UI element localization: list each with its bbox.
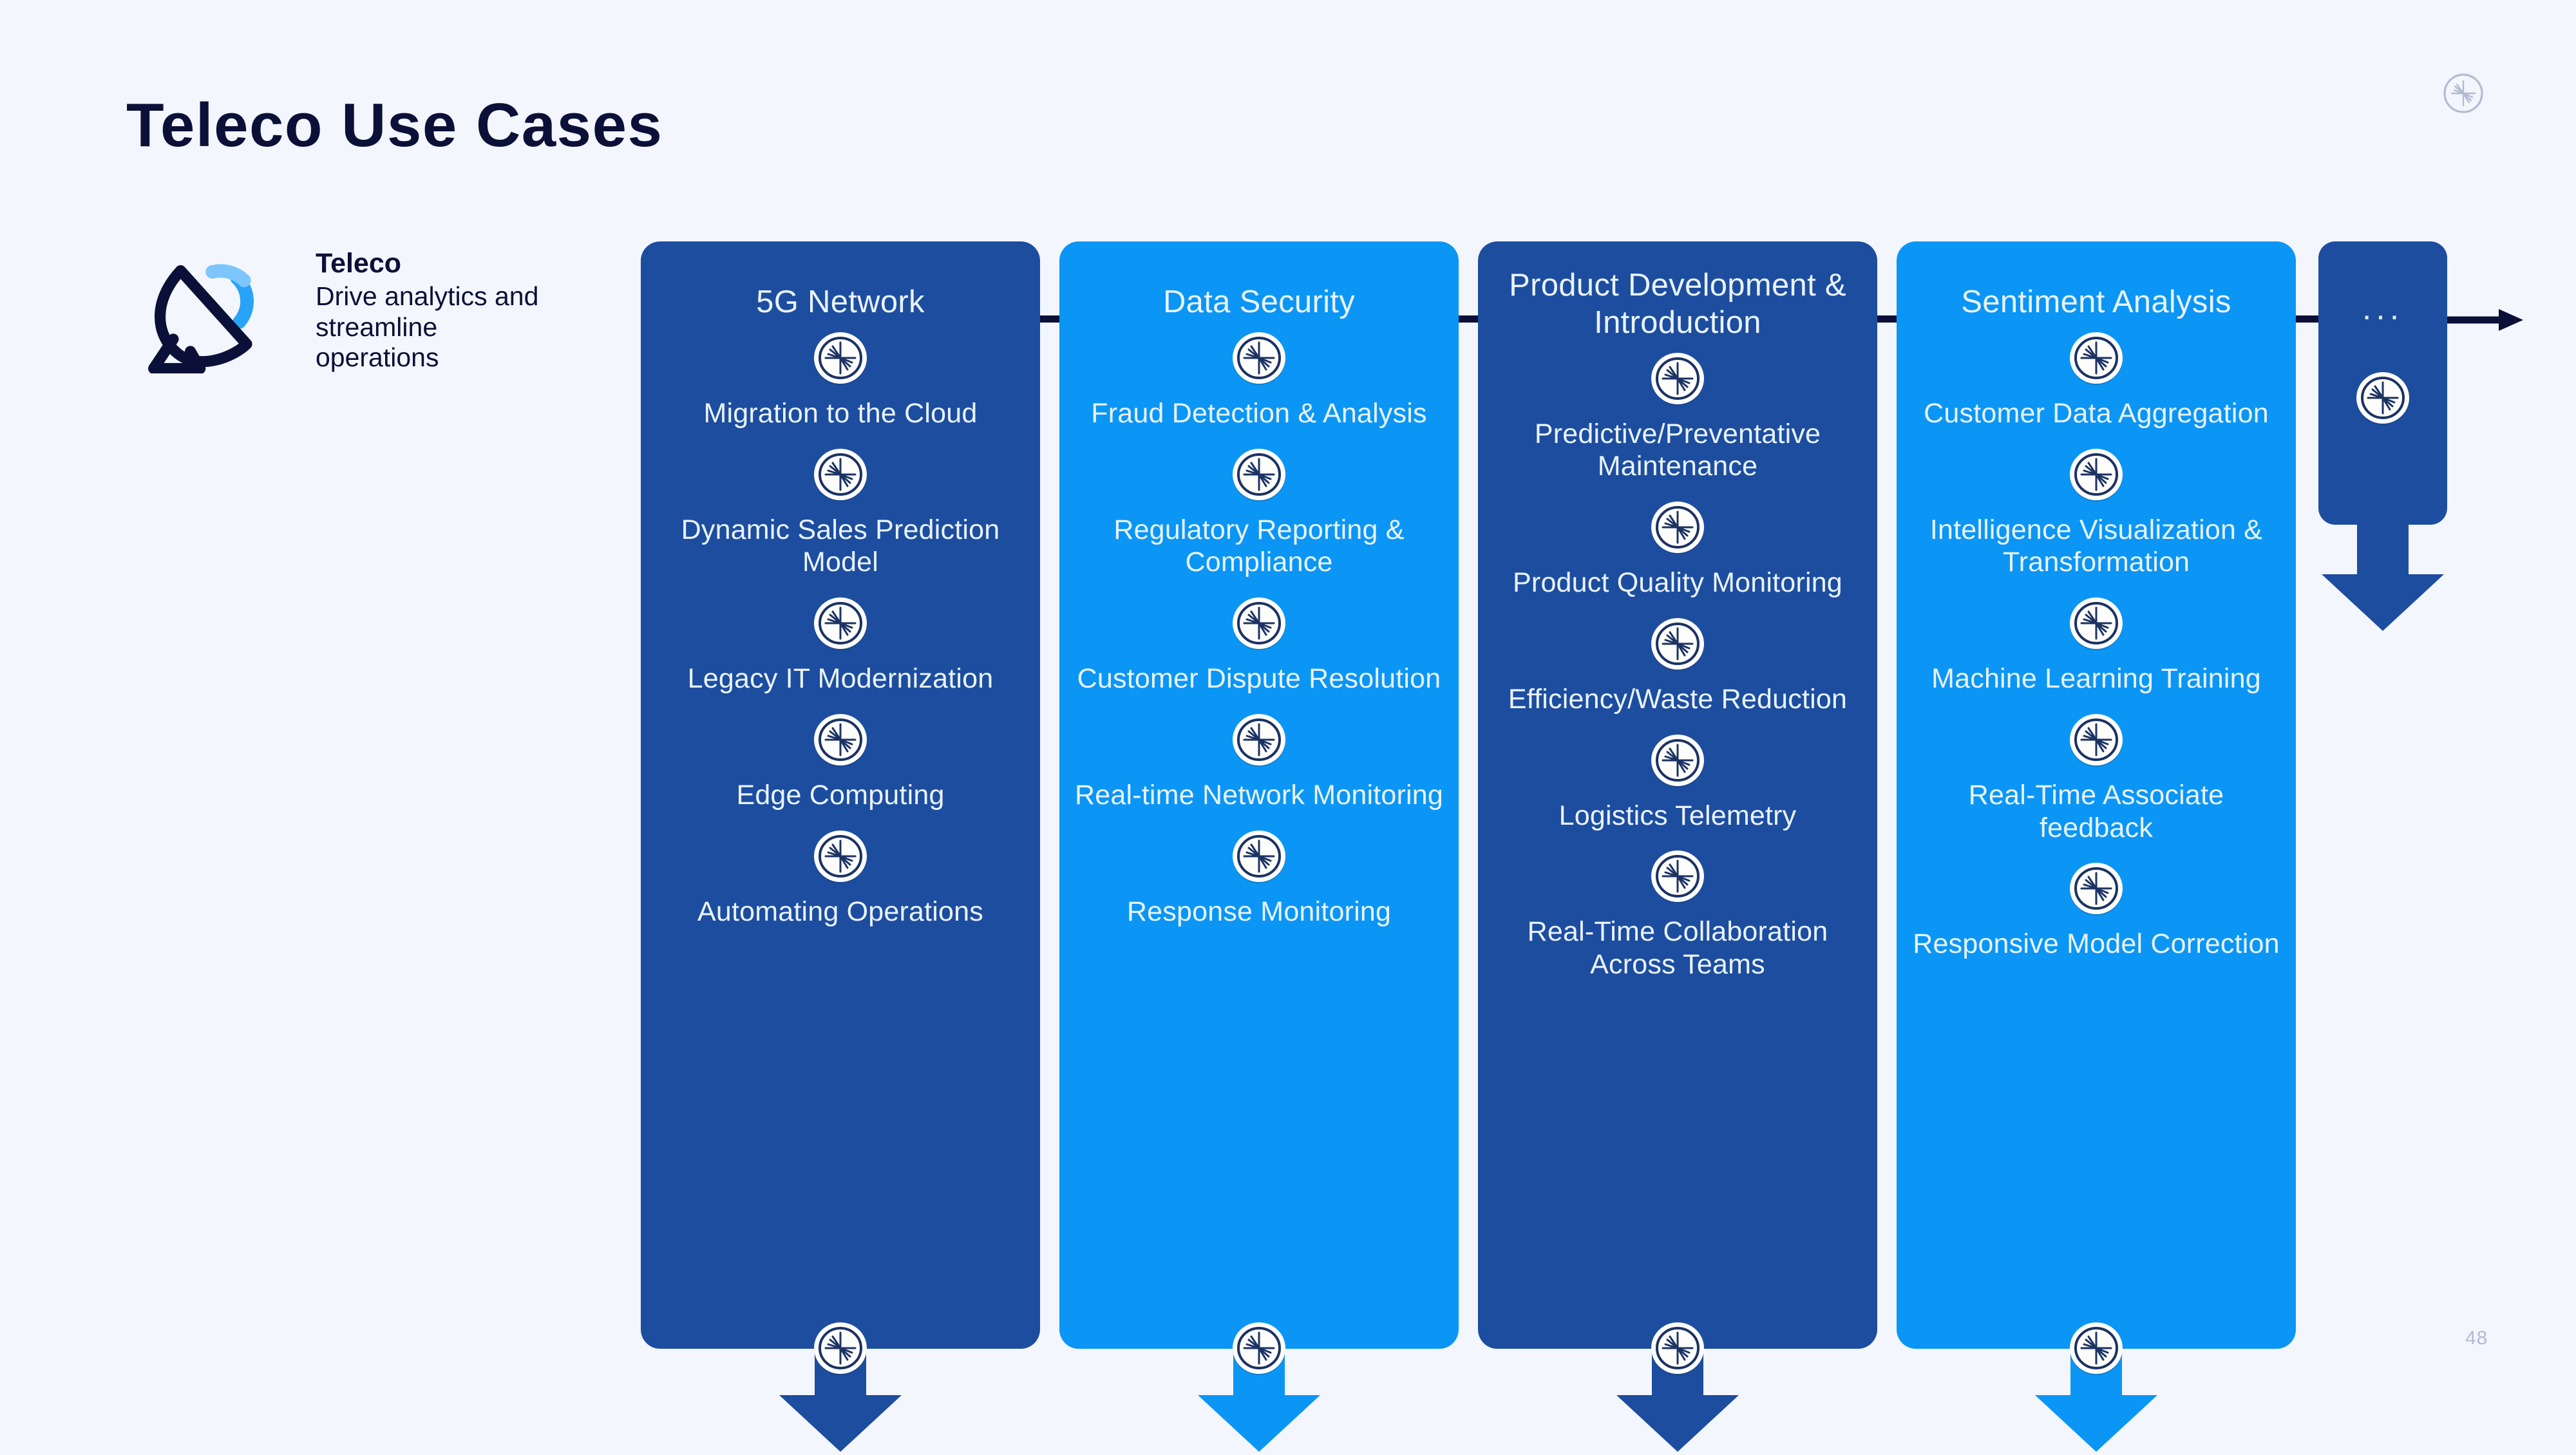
starburst-badge-icon: [812, 712, 869, 769]
legend-description: Drive analytics and streamline operation…: [316, 281, 539, 373]
card-title: Sentiment Analysis: [1961, 285, 2231, 319]
use-case-item[interactable]: Real-Time Collaboration Across Teams: [1492, 849, 1863, 981]
use-case-item-label: Predictive/Preventative Maintenance: [1534, 418, 1821, 482]
page-number: 48: [2465, 1328, 2488, 1349]
use-case-item[interactable]: Responsive Model Correction: [1911, 861, 2282, 961]
starburst-badge-icon: [2068, 596, 2125, 652]
ellipsis-label: ...: [2362, 290, 2404, 327]
slide-canvas: Teleco Use Cases 48 Teleco Drive analyti…: [0, 0, 2576, 1452]
card-items: Migration to the Cloud Dynamic Sales Pre…: [655, 326, 1026, 928]
use-case-item-label: Automating Operations: [697, 896, 983, 927]
starburst-badge-icon: [2068, 1320, 2125, 1377]
flow-connector: [2296, 315, 2318, 323]
card-more[interactable]: ...: [2318, 241, 2447, 525]
starburst-badge-icon: [1231, 829, 1287, 885]
arrow-down-icon: [2322, 515, 2444, 631]
satellite-dish-icon: [137, 251, 259, 374]
use-case-item[interactable]: Fraud Detection & Analysis: [1074, 330, 1444, 430]
use-case-item-label: Real-Time Associate feedback: [1968, 779, 2224, 843]
use-case-card[interactable]: Product Development & Introduction Predi…: [1478, 241, 1877, 1375]
starburst-badge-icon: [1231, 1320, 1287, 1377]
starburst-badge-icon: [2068, 330, 2125, 387]
use-case-item[interactable]: Predictive/Preventative Maintenance: [1492, 351, 1863, 483]
use-case-item-label: Responsive Model Correction: [1913, 928, 2280, 960]
starburst-badge-icon: [2354, 370, 2411, 427]
starburst-badge-icon: [812, 829, 869, 885]
use-case-item[interactable]: Real-Time Associate feedback: [1911, 712, 2282, 844]
starburst-badge-icon: [1649, 849, 1706, 905]
starburst-badge-icon: [1649, 1320, 1706, 1377]
use-case-item[interactable]: Automating Operations: [655, 829, 1026, 928]
use-case-card[interactable]: Data Security Fraud Detection & Analysis: [1059, 241, 1459, 1375]
use-case-item-label: Efficiency/Waste Reduction: [1508, 683, 1848, 715]
card-items: Predictive/Preventative Maintenance Prod…: [1492, 347, 1863, 981]
use-case-item-label: Intelligence Visualization & Transformat…: [1929, 514, 2263, 578]
use-case-item[interactable]: Dynamic Sales Prediction Model: [655, 447, 1026, 579]
starburst-badge-icon: [1231, 712, 1287, 769]
starburst-badge-icon: [2068, 861, 2125, 917]
use-case-item-label: Response Monitoring: [1126, 896, 1392, 927]
use-case-item-label: Real-time Network Monitoring: [1075, 779, 1443, 811]
use-case-item[interactable]: Logistics Telemetry: [1492, 733, 1863, 832]
use-case-item-label: Customer Dispute Resolution: [1077, 663, 1441, 695]
starburst-circle-icon: [2441, 71, 2486, 116]
use-case-item-label: Fraud Detection & Analysis: [1091, 398, 1427, 429]
use-case-item-label: Logistics Telemetry: [1558, 800, 1797, 831]
use-case-item-label: Machine Learning Training: [1931, 663, 2261, 695]
use-case-item[interactable]: Migration to the Cloud: [655, 330, 1026, 430]
use-case-item-label: Customer Data Aggregation: [1924, 398, 2269, 429]
starburst-badge-icon: [1649, 500, 1706, 556]
use-case-card[interactable]: Sentiment Analysis Customer Data Aggrega…: [1897, 241, 2296, 1375]
starburst-badge-icon: [1649, 351, 1706, 408]
use-case-item[interactable]: Real-time Network Monitoring: [1074, 712, 1444, 812]
use-case-card[interactable]: 5G Network Migration to the Cloud Dynami…: [641, 241, 1040, 1375]
card-items: Customer Data Aggregation Intelligence V…: [1911, 326, 2282, 961]
starburst-badge-icon: [1649, 616, 1706, 673]
arrow-right-icon: [2447, 297, 2524, 343]
legend-title: Teleco: [316, 248, 402, 279]
use-case-item-label: Migration to the Cloud: [703, 398, 978, 429]
starburst-badge-icon: [1649, 733, 1706, 789]
starburst-badge-icon: [812, 596, 869, 652]
use-case-item[interactable]: Response Monitoring: [1074, 829, 1444, 928]
starburst-badge-icon: [1231, 596, 1287, 652]
use-case-item[interactable]: Efficiency/Waste Reduction: [1492, 616, 1863, 716]
use-case-item[interactable]: Customer Dispute Resolution: [1074, 596, 1444, 695]
card-title: 5G Network: [756, 285, 925, 319]
card-title: Product Development & Introduction: [1509, 268, 1846, 340]
starburst-badge-icon: [812, 330, 869, 387]
use-case-item-label: Edge Computing: [736, 779, 945, 811]
card-title: Data Security: [1162, 285, 1356, 319]
flow-connector: [1040, 315, 1059, 323]
use-case-item[interactable]: Regulatory Reporting & Compliance: [1074, 447, 1444, 579]
use-case-item-label: Dynamic Sales Prediction Model: [681, 514, 1000, 578]
use-case-item[interactable]: Machine Learning Training: [1911, 596, 2282, 695]
card-items: Fraud Detection & Analysis Regulatory Re…: [1074, 326, 1444, 928]
use-case-item[interactable]: Product Quality Monitoring: [1492, 500, 1863, 599]
starburst-badge-icon: [2068, 447, 2125, 503]
use-case-item[interactable]: Edge Computing: [655, 712, 1026, 812]
use-case-item[interactable]: Customer Data Aggregation: [1911, 330, 2282, 430]
use-case-item-label: Legacy IT Modernization: [687, 663, 994, 695]
use-case-item-label: Real-Time Collaboration Across Teams: [1527, 916, 1828, 981]
starburst-badge-icon: [812, 447, 869, 503]
page-title: Teleco Use Cases: [126, 91, 663, 160]
starburst-badge-icon: [812, 1320, 869, 1377]
flow-connector: [1877, 315, 1897, 323]
flow-connector: [1459, 315, 1478, 323]
starburst-badge-icon: [2068, 712, 2125, 769]
use-case-item[interactable]: Intelligence Visualization & Transformat…: [1911, 447, 2282, 579]
legend-text: Teleco Drive analytics and streamline op…: [316, 248, 547, 373]
starburst-badge-icon: [1231, 330, 1287, 387]
use-case-item[interactable]: Legacy IT Modernization: [655, 596, 1026, 695]
use-case-item-label: Product Quality Monitoring: [1513, 567, 1842, 599]
starburst-badge-icon: [1231, 447, 1287, 503]
use-case-item-label: Regulatory Reporting & Compliance: [1113, 514, 1405, 578]
